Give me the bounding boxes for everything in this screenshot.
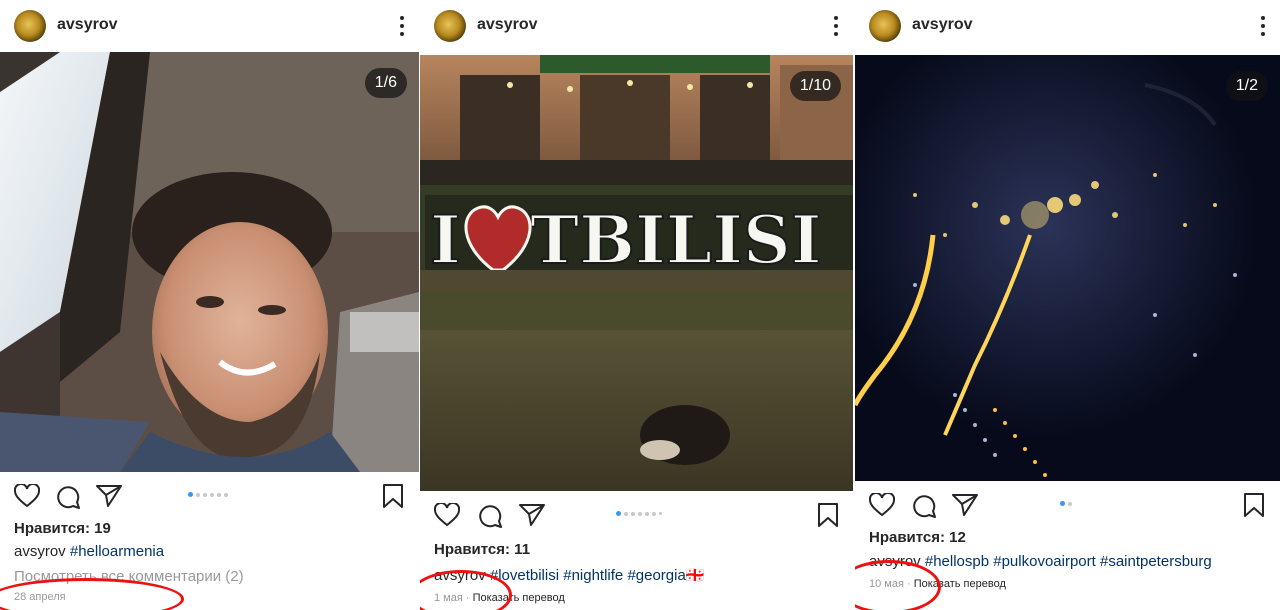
caption-hashtags[interactable]: #helloarmenia	[70, 543, 164, 560]
comment-icon[interactable]	[55, 484, 81, 510]
bookmark-icon[interactable]	[382, 483, 404, 509]
likes-count[interactable]: Нравится: 19	[14, 520, 111, 537]
image-counter: 1/10	[789, 71, 841, 101]
carousel-dots	[1060, 501, 1072, 506]
svg-text:I: I	[430, 201, 461, 279]
post-header: avsyrov	[0, 0, 419, 52]
share-icon[interactable]	[519, 503, 545, 527]
post-2: avsyrov I TBILISI 1/10 Нравится: 11 avsy…	[420, 0, 853, 610]
likes-count[interactable]: Нравится: 12	[869, 529, 966, 546]
heart-icon[interactable]	[869, 493, 895, 517]
post-photo[interactable]: 1/2	[855, 55, 1280, 481]
heart-icon[interactable]	[434, 503, 460, 527]
carousel-dots	[188, 492, 228, 497]
heart-icon[interactable]	[14, 484, 40, 508]
selfie-image	[0, 52, 419, 472]
username[interactable]: avsyrov	[57, 16, 118, 34]
caption-hashtags[interactable]: #hellospb #pulkovoairport #saintpetersbu…	[925, 553, 1212, 570]
action-bar	[420, 493, 853, 537]
action-bar	[855, 483, 1280, 527]
caption: avsyrov #helloarmenia	[14, 543, 164, 560]
avatar[interactable]	[869, 10, 901, 42]
likes-count[interactable]: Нравится: 11	[434, 541, 530, 558]
avatar[interactable]	[14, 10, 46, 42]
username[interactable]: avsyrov	[477, 16, 538, 34]
post-1: avsyrov 1/6 Нравится: 19 avsyrov #helloa…	[0, 0, 419, 610]
more-icon[interactable]	[833, 16, 839, 36]
image-counter: 1/2	[1225, 71, 1268, 101]
night-city-aerial-image	[855, 55, 1280, 481]
caption-hashtags[interactable]: #lovetbilisi #nightlife #georgia🇬🇪	[490, 567, 705, 584]
comment-icon[interactable]	[911, 493, 937, 519]
tbilisi-sign-image: I TBILISI	[420, 55, 853, 491]
share-icon[interactable]	[96, 484, 122, 508]
caption-username[interactable]: avsyrov	[14, 543, 66, 560]
post-photo[interactable]: 1/6	[0, 52, 419, 472]
post-header: avsyrov	[420, 0, 853, 52]
post-3: avsyrov 1/2 Нравится: 12 avsyrov #hellos…	[855, 0, 1280, 610]
bookmark-icon[interactable]	[817, 502, 839, 528]
share-icon[interactable]	[952, 493, 978, 517]
action-bar	[0, 474, 419, 518]
more-icon[interactable]	[399, 16, 405, 36]
carousel-dots	[616, 511, 662, 516]
bookmark-icon[interactable]	[1243, 492, 1265, 518]
post-header: avsyrov	[855, 0, 1280, 52]
username[interactable]: avsyrov	[912, 16, 973, 34]
post-photo[interactable]: I TBILISI 1/10	[420, 55, 853, 491]
avatar[interactable]	[434, 10, 466, 42]
image-counter: 1/6	[364, 68, 407, 98]
svg-text:TBILISI: TBILISI	[530, 201, 822, 279]
more-icon[interactable]	[1260, 16, 1266, 36]
comment-icon[interactable]	[477, 503, 503, 529]
